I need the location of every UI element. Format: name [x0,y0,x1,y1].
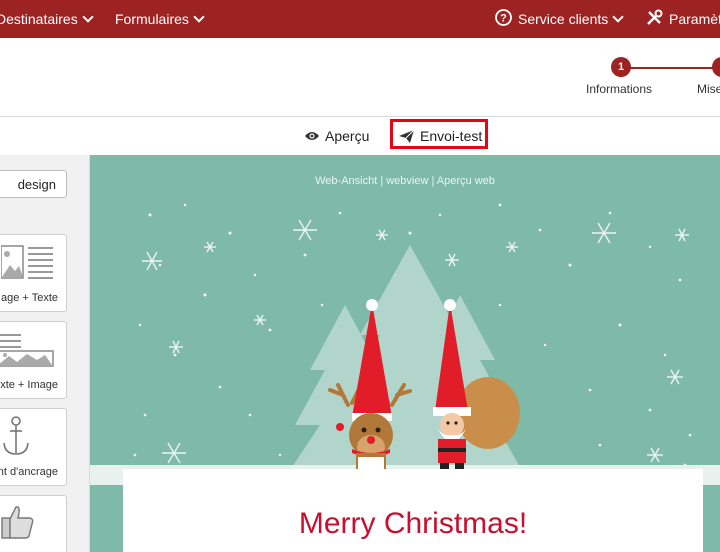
email-content-card: Merry Christmas! [123,469,703,552]
design-button-label: design [17,176,56,192]
email-headline[interactable]: Merry Christmas! [123,507,703,541]
nav-forms-label: Formulaires [115,11,189,27]
nav-settings-label: Paramèt [669,11,720,27]
chevron-down-icon [612,11,624,23]
block-image-text[interactable]: age + Texte [0,234,67,312]
nav-support[interactable]: ? Service clients [495,0,624,38]
campaign-stepper [0,38,720,117]
block-text-image[interactable]: xte + Image [0,321,67,399]
step-1-number: 1 [617,61,625,73]
email-preview-canvas: Web-Ansicht | webview | Aperçu web Merry… [90,155,720,552]
question-circle-icon: ? [495,9,512,29]
step-2-label[interactable]: Mise [697,82,720,96]
block-anchor-point-label: nt d'ancrage [0,466,58,478]
design-button[interactable]: design [0,170,67,198]
thumbs-up-icon [1,506,34,539]
chevron-down-icon [193,11,205,23]
block-image-text-label: age + Texte [1,292,58,304]
test-send-highlight-box [390,119,488,149]
chevron-down-icon [82,11,94,23]
nav-recipients[interactable]: Destinataires [0,0,94,38]
top-navigation-bar: Destinataires Formulaires ? Service clie… [0,0,720,38]
christmas-illustration [90,203,720,485]
image-text-block-icon [1,245,53,279]
preview-button[interactable]: Aperçu [304,117,369,155]
preview-toolbar: Aperçu Envoi-test [0,117,720,156]
block-anchor-point[interactable]: nt d'ancrage [0,408,67,486]
svg-text:?: ? [500,13,507,25]
nav-recipients-label: Destinataires [0,11,78,27]
nav-support-label: Service clients [518,11,609,27]
text-image-block-icon [0,334,54,367]
anchor-icon [3,416,29,455]
preview-label: Aperçu [325,128,370,144]
stepper-progress-line [621,67,720,69]
block-social[interactable] [0,495,67,552]
block-text-image-label: xte + Image [0,379,58,391]
step-1-indicator[interactable]: 1 [611,57,631,77]
nav-settings[interactable]: Paramèt [646,0,720,38]
content-blocks-panel: design age + Texte xte + Image nt d'ancr… [0,155,90,552]
tools-icon [646,9,663,29]
nav-forms[interactable]: Formulaires [115,0,205,38]
eye-icon [304,130,320,142]
step-1-label[interactable]: Informations [586,82,652,96]
